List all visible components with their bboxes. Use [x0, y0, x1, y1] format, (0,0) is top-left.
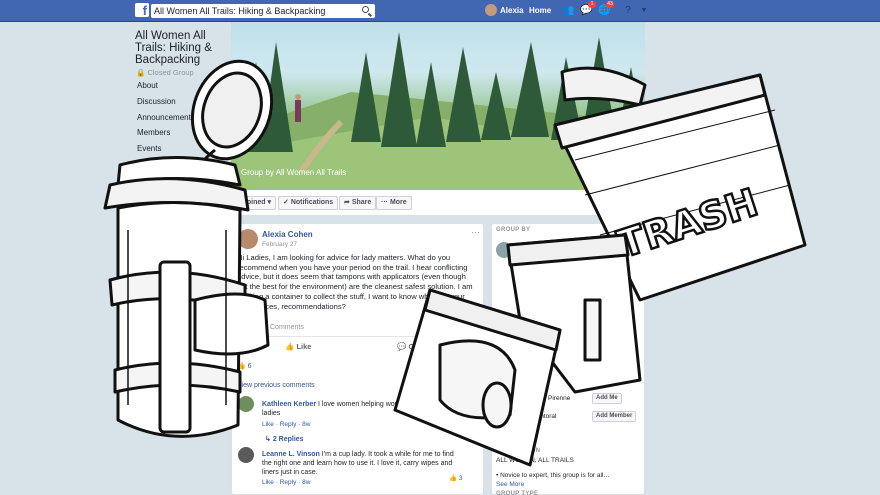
help-icon[interactable]: ?: [622, 5, 634, 16]
comment-actions[interactable]: Like · Reply · 8w: [262, 479, 310, 486]
share-button-label: Share: [351, 199, 372, 206]
comment-author[interactable]: Kathleen Kerber: [262, 401, 316, 408]
sidebar-item-members[interactable]: Members: [137, 128, 170, 137]
cover-caption: Group by All Women All Trails: [241, 168, 346, 177]
sidebar-item-events[interactable]: Events: [137, 144, 161, 153]
search-input-value: All Women All Trails: Hiking & Backpacki…: [154, 6, 326, 16]
comment-button-label: Comment: [408, 342, 444, 351]
notifications-badge: 43: [606, 1, 614, 8]
like-button-label: Like: [296, 342, 312, 351]
cover-caption-prefix: Group by: [241, 168, 274, 177]
comment-button[interactable]: 💬 Comment: [397, 342, 443, 351]
sidebar-item-announcements[interactable]: Announcements: [137, 113, 195, 122]
cover-landscape: [231, 32, 645, 190]
group-info-card: [491, 223, 645, 495]
avatar[interactable]: [238, 447, 254, 463]
replies-link[interactable]: ↳ 2 Replies: [265, 435, 304, 443]
friend-requests-icon[interactable]: 👥: [562, 5, 574, 16]
description-label: DESCRIPTION: [496, 448, 541, 454]
more-button[interactable]: ··· More: [376, 196, 412, 210]
admin-name[interactable]: Pirenne: [548, 395, 570, 402]
privacy-label: 🔒 Closed Group: [136, 68, 194, 77]
notifications-button[interactable]: ✓ Notifications: [278, 196, 339, 210]
privacy-text: Closed Group: [147, 68, 194, 77]
see-more-link[interactable]: See More: [507, 428, 535, 435]
post-author[interactable]: Alexia Cohen: [262, 230, 313, 239]
search-input[interactable]: All Women All Trails: Hiking & Backpacki…: [151, 4, 375, 18]
comment-like-count-value: 3: [458, 475, 463, 482]
avatar[interactable]: [496, 242, 512, 258]
avatar[interactable]: [238, 229, 258, 249]
page-title[interactable]: All Women All Trails: Hiking & Backpacki…: [135, 30, 230, 66]
notifications-icon[interactable]: 🌐 43: [598, 1, 614, 16]
post-options-icon[interactable]: ···: [471, 227, 480, 237]
like-button[interactable]: 👍 Like: [285, 342, 311, 351]
messages-badge: 1: [588, 1, 596, 8]
notifications-button-label: Notifications: [290, 199, 334, 206]
facebook-logo-icon[interactable]: f: [135, 3, 149, 17]
joined-button[interactable]: Joined ▾: [238, 196, 277, 210]
add-me-button[interactable]: Add Me: [592, 393, 622, 404]
group-owner-link[interactable]: All Women All Trails: [276, 168, 347, 177]
sidebar-item-about[interactable]: About: [137, 81, 158, 90]
view-previous-comments-link[interactable]: View previous comments: [237, 382, 315, 389]
cover-photo: [231, 22, 645, 190]
post-date[interactable]: February 27: [262, 241, 297, 248]
reaction-count-value: 6: [247, 363, 252, 370]
group-by-label: GROUP BY: [496, 227, 531, 233]
share-button[interactable]: ➦ Share: [339, 196, 377, 210]
comment-text: Leanne L. Vinson I'm a cup lady. It took…: [262, 450, 462, 477]
divider: [237, 336, 477, 337]
search-icon[interactable]: [362, 6, 369, 13]
more-button-label: More: [389, 199, 407, 206]
reaction-count[interactable]: 👍 6: [237, 362, 252, 370]
avatar[interactable]: [485, 4, 497, 16]
group-type-label: GROUP TYPE: [496, 491, 539, 495]
post-body: Hi Ladies, I am looking for advice for l…: [237, 253, 473, 311]
top-navigation-bar: f All Women All Trails: Hiking & Backpac…: [0, 0, 880, 22]
add-member-button[interactable]: Add Member: [592, 411, 637, 422]
replies-label: 2 Replies: [272, 436, 304, 443]
description-title: ALL WOMEN, ALL TRAILS: [496, 457, 574, 464]
chevron-down-icon[interactable]: ▼: [638, 5, 650, 16]
messages-icon[interactable]: 💬 1: [580, 1, 596, 16]
admin-name[interactable]: Ilena Cantoral: [516, 413, 556, 420]
comment-author[interactable]: Leanne L. Vinson: [262, 451, 320, 458]
profile-link[interactable]: Alexia: [500, 6, 524, 15]
home-link[interactable]: Home: [529, 6, 551, 15]
see-more-link[interactable]: See More: [496, 481, 524, 488]
sidebar-item-discussion[interactable]: Discussion: [137, 97, 176, 106]
avatar[interactable]: [238, 396, 254, 412]
comment-actions[interactable]: Like · Reply · 8w: [262, 421, 310, 428]
description-text: • Novice to expert, this group is for al…: [496, 472, 610, 479]
comment-text: Kathleen Kerber I love women helping wom…: [262, 400, 462, 418]
comment-like-count[interactable]: 👍 3: [449, 474, 463, 482]
comments-count[interactable]: Comments: [270, 324, 304, 331]
